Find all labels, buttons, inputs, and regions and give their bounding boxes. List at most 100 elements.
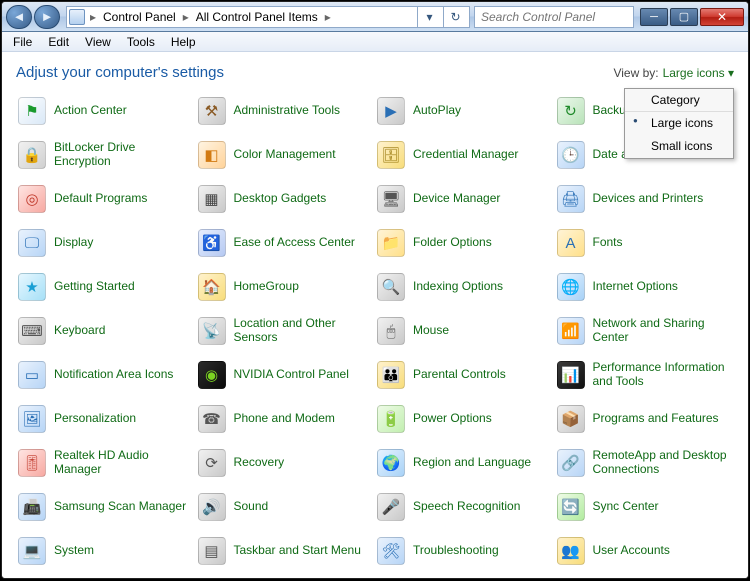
cp-item-system[interactable]: 💻System	[16, 535, 196, 567]
cp-item-label: Device Manager	[413, 192, 500, 206]
cp-item-programs-and-features[interactable]: 📦Programs and Features	[555, 403, 735, 435]
tools-icon: ⚒	[198, 97, 226, 125]
cp-item-homegroup[interactable]: 🏠HomeGroup	[196, 271, 376, 303]
cp-item-region-and-language[interactable]: 🌍Region and Language	[375, 447, 555, 479]
cp-item-label: Phone and Modem	[234, 412, 335, 426]
breadcrumb-1[interactable]: All Control Panel Items	[194, 10, 320, 24]
window-maximize-button[interactable]: ▢	[670, 8, 698, 26]
cp-item-label: Programs and Features	[593, 412, 719, 426]
cred-icon: 🗄	[377, 141, 405, 169]
menu-view[interactable]: View	[78, 33, 118, 51]
cp-item-credential-manager[interactable]: 🗄Credential Manager	[375, 139, 555, 171]
cp-item-phone-and-modem[interactable]: ☎Phone and Modem	[196, 403, 376, 435]
cp-item-administrative-tools[interactable]: ⚒Administrative Tools	[196, 95, 376, 127]
cp-item-bitlocker-drive-encryption[interactable]: 🔒BitLocker Drive Encryption	[16, 139, 196, 171]
breadcrumb-root-arrow[interactable]: ▸	[87, 10, 99, 24]
breadcrumb-arrow-0[interactable]: ▸	[180, 10, 192, 24]
device-icon: 🖥	[377, 185, 405, 213]
gadgets-icon: ▦	[198, 185, 226, 213]
backup-icon: ↻	[557, 97, 585, 125]
view-option-category[interactable]: Category	[625, 89, 733, 112]
cp-item-devices-and-printers[interactable]: 🖨 Devices and Printers	[555, 183, 735, 215]
cp-item-color-management[interactable]: ◧ Color Management	[196, 139, 376, 171]
cp-item-label: Personalization	[54, 412, 136, 426]
cp-item-label: Action Center	[54, 104, 127, 118]
cp-item-indexing-options[interactable]: 🔍Indexing Options	[375, 271, 555, 303]
cp-item-nvidia-control-panel[interactable]: ◉NVIDIA Control Panel	[196, 359, 376, 391]
cp-item-folder-options[interactable]: 📁 Folder Options	[375, 227, 555, 259]
cp-item-recovery[interactable]: ⟳Recovery	[196, 447, 376, 479]
breadcrumb-arrow-1[interactable]: ▸	[322, 10, 334, 24]
cp-item-label: Sync Center	[593, 500, 659, 514]
view-option-large-icons[interactable]: Large icons	[625, 112, 733, 135]
cp-item-action-center[interactable]: ⚑Action Center	[16, 95, 196, 127]
cp-item-ease-of-access-center[interactable]: ♿Ease of Access Center	[196, 227, 376, 259]
color-icon: ◧	[198, 141, 226, 169]
cp-item-getting-started[interactable]: ★Getting Started	[16, 271, 196, 303]
refresh-button[interactable]: ↻	[443, 6, 467, 28]
address-bar[interactable]: ▸ Control Panel ▸ All Control Panel Item…	[66, 6, 470, 28]
cp-item-device-manager[interactable]: 🖥 Device Manager	[375, 183, 555, 215]
users-icon: 👥	[557, 537, 585, 565]
cp-item-label: Region and Language	[413, 456, 531, 470]
nav-back-button[interactable]: ◄	[6, 5, 32, 29]
cp-item-label: Performance Information and Tools	[593, 361, 733, 389]
nav-forward-button[interactable]: ►	[34, 5, 60, 29]
cp-item-speech-recognition[interactable]: 🎤Speech Recognition	[375, 491, 555, 523]
view-by-label: View by:	[613, 66, 658, 80]
folder-icon: 📁	[377, 229, 405, 257]
scan-icon: 📠	[18, 493, 46, 521]
cp-item-internet-options[interactable]: 🌐Internet Options	[555, 271, 735, 303]
printer-icon: 🖨	[557, 185, 585, 213]
breadcrumb-0[interactable]: Control Panel	[101, 10, 178, 24]
personal-icon: 🖼	[18, 405, 46, 433]
cp-item-personalization[interactable]: 🖼 Personalization	[16, 403, 196, 435]
cp-item-sound[interactable]: 🔊Sound	[196, 491, 376, 523]
window-close-button[interactable]: ✕	[700, 8, 744, 26]
menu-file[interactable]: File	[6, 33, 39, 51]
cp-item-troubleshooting[interactable]: 🛠Troubleshooting	[375, 535, 555, 567]
cp-item-label: Keyboard	[54, 324, 105, 338]
chevron-down-icon: ▾	[728, 66, 734, 80]
parental-icon: 👪	[377, 361, 405, 389]
cp-item-location-and-other-sensors[interactable]: 📡Location and Other Sensors	[196, 315, 376, 347]
cp-item-taskbar-and-start-menu[interactable]: ▤Taskbar and Start Menu	[196, 535, 376, 567]
menu-help[interactable]: Help	[164, 33, 203, 51]
cp-item-performance-information-and-tools[interactable]: 📊Performance Information and Tools	[555, 359, 735, 391]
lock-icon: 🔒	[18, 141, 46, 169]
cp-item-remoteapp-and-desktop-connections[interactable]: 🔗RemoteApp and Desktop Connections	[555, 447, 735, 479]
cp-item-sync-center[interactable]: 🔄Sync Center	[555, 491, 735, 523]
search-input[interactable]	[479, 9, 640, 25]
start-icon: ★	[18, 273, 46, 301]
cp-item-label: Devices and Printers	[593, 192, 704, 206]
cp-item-realtek-hd-audio-manager[interactable]: 🎚Realtek HD Audio Manager	[16, 447, 196, 479]
view-by-dropdown[interactable]: Large icons ▾	[663, 66, 734, 80]
titlebar: ◄ ► ▸ Control Panel ▸ All Control Panel …	[2, 2, 748, 32]
cp-item-network-and-sharing-center[interactable]: 📶Network and Sharing Center	[555, 315, 735, 347]
cp-item-notification-area-icons[interactable]: ▭Notification Area Icons	[16, 359, 196, 391]
cp-item-label: Default Programs	[54, 192, 147, 206]
cp-item-display[interactable]: 🖵Display	[16, 227, 196, 259]
cp-item-keyboard[interactable]: ⌨Keyboard	[16, 315, 196, 347]
cp-item-label: Folder Options	[413, 236, 492, 250]
cp-item-user-accounts[interactable]: 👥User Accounts	[555, 535, 735, 567]
cp-item-mouse[interactable]: 🖱Mouse	[375, 315, 555, 347]
menu-tools[interactable]: Tools	[120, 33, 162, 51]
home-icon: 🏠	[198, 273, 226, 301]
cp-item-label: Color Management	[234, 148, 336, 162]
menu-edit[interactable]: Edit	[41, 33, 76, 51]
cp-item-samsung-scan-manager[interactable]: 📠Samsung Scan Manager	[16, 491, 196, 523]
address-dropdown-button[interactable]: ▾	[417, 6, 441, 28]
cp-item-label: Network and Sharing Center	[593, 317, 733, 345]
window-minimize-button[interactable]: ─	[640, 8, 668, 26]
view-option-small-icons[interactable]: Small icons	[625, 135, 733, 158]
search-box[interactable]: 🔍	[474, 6, 634, 28]
cp-item-fonts[interactable]: AFonts	[555, 227, 735, 259]
cp-item-parental-controls[interactable]: 👪Parental Controls	[375, 359, 555, 391]
cp-item-desktop-gadgets[interactable]: ▦Desktop Gadgets	[196, 183, 376, 215]
cp-item-power-options[interactable]: 🔋Power Options	[375, 403, 555, 435]
cp-item-label: Realtek HD Audio Manager	[54, 449, 194, 477]
cp-item-label: Notification Area Icons	[54, 368, 173, 382]
cp-item-default-programs[interactable]: ◎Default Programs	[16, 183, 196, 215]
cp-item-autoplay[interactable]: ▶AutoPlay	[375, 95, 555, 127]
